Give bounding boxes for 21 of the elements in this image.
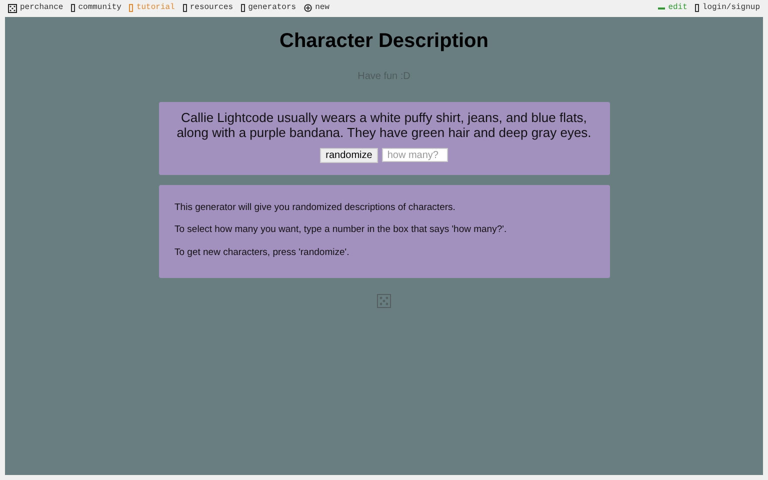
info-text: To select how many you want, type a number in the box that says 'how many?'. — [174, 223, 508, 238]
page-title: Character Description — [280, 29, 488, 53]
dice-icon — [8, 4, 17, 12]
plus-icon — [304, 4, 312, 12]
missing-glyph-icon — [71, 4, 76, 12]
dice-icon — [377, 294, 391, 308]
randomize-button[interactable]: randomize — [320, 148, 378, 163]
nav-link[interactable]: generators — [241, 2, 296, 14]
description-text: Callie Lightcode usually wears a white puffy shirt, jeans, and blue flats, along with a purple bandana. They have green hair and deep gray eyes. — [176, 110, 592, 140]
info-text: To get new characters, press 'randomize'. — [174, 246, 350, 260]
missing-glyph-icon — [695, 4, 700, 12]
missing-glyph-icon — [182, 4, 187, 12]
nav-link[interactable]: login/signup — [695, 2, 760, 14]
nav-link[interactable]: new — [304, 2, 330, 14]
missing-glyph-icon — [241, 4, 246, 12]
count-input-field[interactable]: how many? — [382, 148, 448, 162]
nav-link[interactable]: community — [71, 2, 122, 14]
missing-glyph-icon — [129, 4, 134, 12]
nav-link[interactable]: perchance — [8, 2, 64, 14]
nav-link[interactable]: resources — [182, 2, 234, 14]
info-text: This generator will give you randomized descriptions of characters. — [174, 201, 456, 215]
